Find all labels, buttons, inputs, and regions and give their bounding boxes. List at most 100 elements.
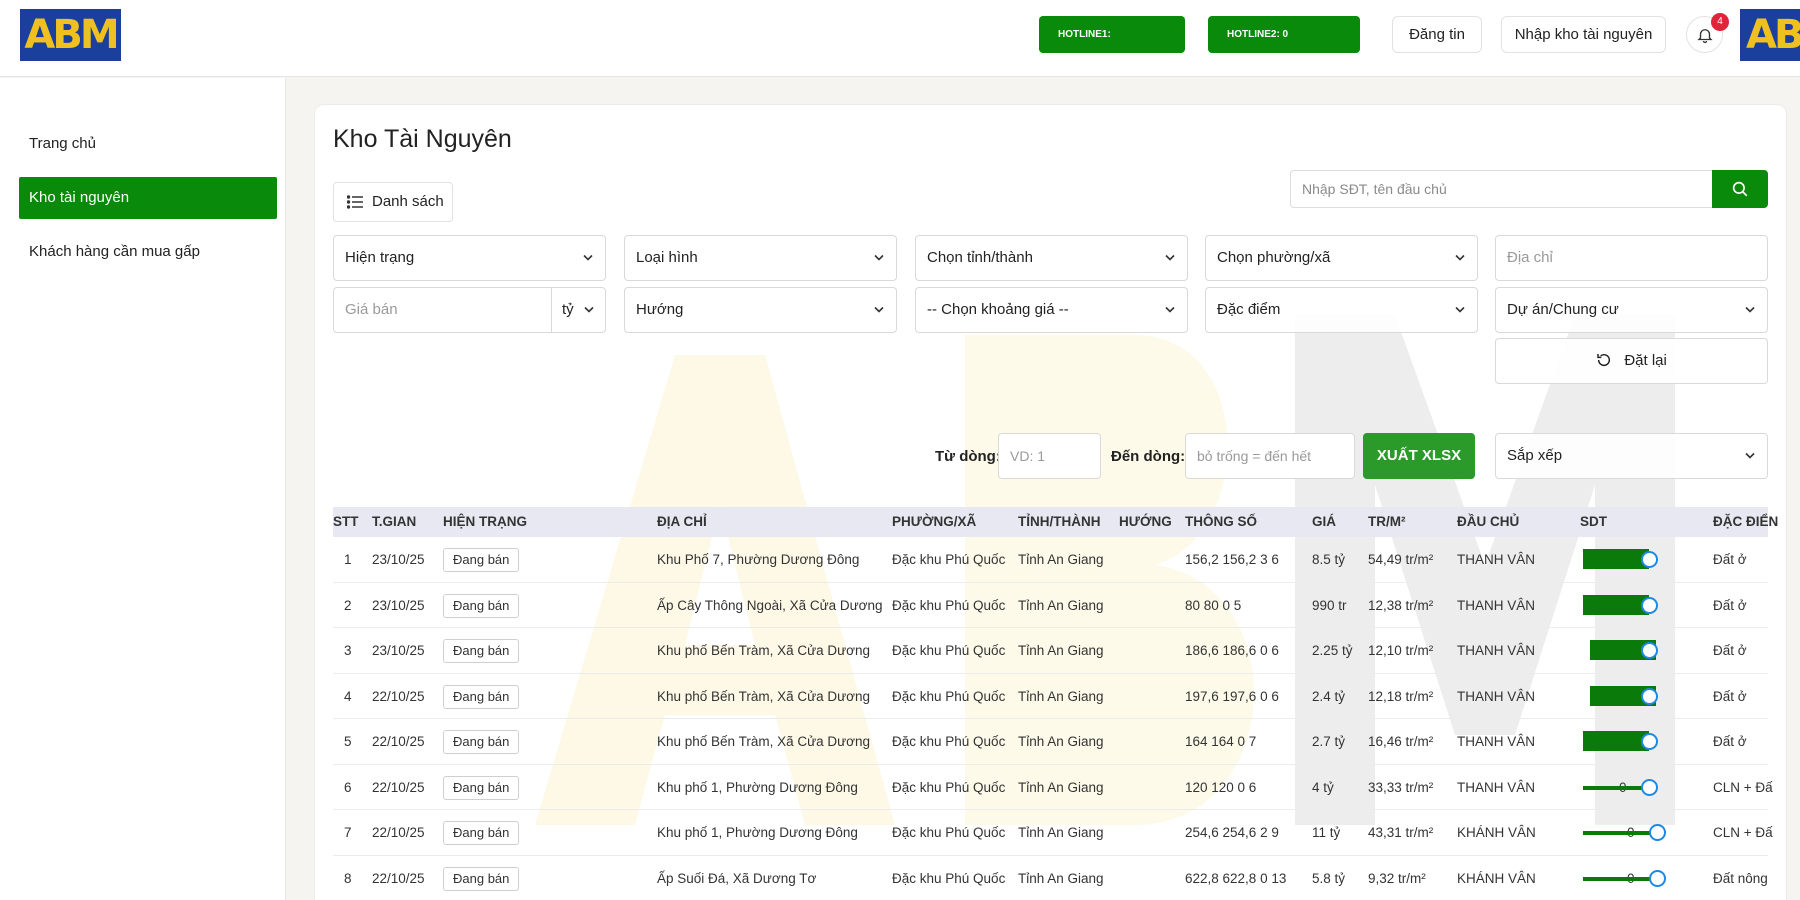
price-input[interactable]: Giá bán tỷ xyxy=(333,287,606,333)
phone-redaction-mask xyxy=(1583,831,1653,835)
zalo-chat-icon[interactable] xyxy=(1641,551,1658,568)
status-badge: Đang bán xyxy=(443,775,520,800)
row-address: Khu phố Bến Tràm, Xã Cửa Dương xyxy=(657,734,871,749)
column-header[interactable]: TỈNH/THÀNH xyxy=(1018,507,1101,537)
sidebar-item-home[interactable]: Trang chủ xyxy=(19,123,277,165)
row-address: Ấp Suối Đá, Xã Dương Tơ xyxy=(657,870,817,886)
table-row[interactable]: 1 23/10/25 Khu Phố 7, Phường Dương Đông Đặc… xyxy=(333,537,1768,583)
column-header[interactable]: GIÁ xyxy=(1312,507,1336,537)
row-address: Khu phố Bến Tràm, Xã Cửa Dương xyxy=(657,688,871,704)
row-feature: Đất ở xyxy=(1713,734,1747,749)
table-row[interactable]: 6 22/10/25 Khu phố 1, Phường Dương Đông Đặc… xyxy=(333,765,1773,810)
zalo-chat-icon[interactable] xyxy=(1641,642,1658,659)
column-header[interactable]: ĐẦU CHỦ xyxy=(1457,507,1519,537)
table-row[interactable]: 4 22/10/25 Khu phố Bến Tràm, Xã Cửa Dương Đ… xyxy=(333,674,1768,719)
status-badge: Đang bán xyxy=(443,821,520,845)
table-row[interactable]: 8 22/10/25 Ấp Suối Đá, Xã Dương Tơ Đặc khu … xyxy=(333,856,1768,900)
row-price: 990 tr xyxy=(1312,597,1347,613)
search-icon xyxy=(1732,181,1748,197)
address-input[interactable]: Địa chỉ xyxy=(1495,235,1768,281)
table-row[interactable]: 7 22/10/25 Khu phố 1, Phường Dương Đông Đặc… xyxy=(333,810,1773,856)
row-specs: 120 120 0 6 xyxy=(1185,779,1257,795)
row-time: 22/10/25 xyxy=(372,688,425,704)
table-row[interactable]: 5 22/10/25 Khu phố Bến Tràm, Xã Cửa Dương Đ… xyxy=(333,719,1768,765)
hotline-1-button[interactable]: HOTLINE1: xyxy=(1039,16,1185,53)
row-price-per-m2: 54,49 tr/m² xyxy=(1368,552,1434,567)
zalo-chat-icon[interactable] xyxy=(1641,687,1658,705)
column-header[interactable]: ĐẶC ĐIỂN xyxy=(1713,507,1778,537)
column-header[interactable]: TR/M² xyxy=(1368,507,1406,537)
zalo-chat-icon[interactable] xyxy=(1649,869,1666,887)
status-select[interactable]: Hiện trạng xyxy=(333,235,606,281)
search-input[interactable] xyxy=(1290,170,1714,208)
table-row[interactable]: 3 23/10/25 Khu phố Bến Tràm, Xã Cửa Dương Đ… xyxy=(333,628,1768,674)
export-xlsx-button[interactable]: XUẤT XLSX xyxy=(1363,433,1475,479)
type-select[interactable]: Loại hình xyxy=(624,235,897,281)
row-province: Tỉnh An Giang xyxy=(1018,597,1104,613)
from-row-input[interactable]: VD: 1 xyxy=(998,433,1101,479)
row-number: 8 xyxy=(344,870,352,886)
import-resource-button[interactable]: Nhập kho tài nguyên xyxy=(1501,16,1666,53)
row-owner: KHÁNH VÂN xyxy=(1457,870,1536,886)
row-feature: Đất ở xyxy=(1713,688,1747,704)
row-owner: THANH VÂN xyxy=(1457,779,1536,795)
column-header[interactable]: T.GIAN xyxy=(372,507,416,537)
user-avatar-logo[interactable]: ABM xyxy=(1740,9,1800,61)
feature-select[interactable]: Đặc điểm xyxy=(1205,287,1478,333)
column-header[interactable]: HƯỚNG xyxy=(1119,507,1172,537)
list-view-label: Danh sách xyxy=(372,193,444,210)
row-price-per-m2: 33,33 tr/m² xyxy=(1368,779,1434,795)
row-number: 4 xyxy=(344,688,352,704)
reset-filters-button[interactable]: Đặt lại xyxy=(1495,338,1768,384)
ward-select[interactable]: Chọn phường/xã xyxy=(1205,235,1478,281)
chevron-down-icon xyxy=(1455,306,1465,313)
price-unit-value: tỷ xyxy=(562,301,574,318)
province-select[interactable]: Chọn tỉnh/thành xyxy=(915,235,1188,281)
row-address: Khu phố 1, Phường Dương Đông xyxy=(657,825,858,840)
search-button[interactable] xyxy=(1712,170,1768,208)
row-owner: THANH VÂN xyxy=(1457,734,1536,749)
row-owner: THANH VÂN xyxy=(1457,597,1536,613)
chevron-down-icon xyxy=(874,306,884,313)
direction-select[interactable]: Hướng xyxy=(624,287,897,333)
row-price-per-m2: 12,10 tr/m² xyxy=(1368,643,1434,658)
row-owner: THANH VÂN xyxy=(1457,688,1536,704)
column-header[interactable]: HIỆN TRẠNG xyxy=(443,507,527,537)
to-row-input[interactable]: bỏ trống = đến hết xyxy=(1185,433,1355,479)
brand-logo[interactable]: ABM xyxy=(20,9,121,61)
zalo-chat-icon[interactable] xyxy=(1641,778,1658,796)
column-header[interactable]: STT xyxy=(333,507,359,537)
bell-icon xyxy=(1697,29,1713,44)
post-listing-button[interactable]: Đăng tin xyxy=(1392,16,1482,53)
column-header[interactable]: ĐỊA CHỈ xyxy=(657,507,707,537)
row-number: 5 xyxy=(344,734,352,749)
column-header[interactable]: THÔNG SỐ xyxy=(1185,507,1257,537)
row-price: 4 tỷ xyxy=(1312,779,1334,795)
row-number: 3 xyxy=(344,643,352,658)
zalo-chat-icon[interactable] xyxy=(1641,596,1658,614)
row-time: 22/10/25 xyxy=(372,779,425,795)
zalo-chat-icon[interactable] xyxy=(1649,824,1666,841)
row-time: 23/10/25 xyxy=(372,552,425,567)
project-select-value: Dự án/Chung cư xyxy=(1507,301,1619,318)
row-feature: Đất ở xyxy=(1713,643,1747,658)
sort-select[interactable]: Sắp xếp xyxy=(1495,433,1768,479)
hotline-2-button[interactable]: HOTLINE2: 0 xyxy=(1208,16,1360,53)
refresh-icon xyxy=(1597,353,1611,366)
list-view-toggle[interactable]: Danh sách xyxy=(333,182,453,222)
table-header: STT T.GIAN HIỆN TRẠNG ĐỊA CHỈ PHƯỜNG/XÃ … xyxy=(333,507,1778,537)
row-ward: Đặc khu Phú Quốc xyxy=(892,779,1006,795)
row-time: 23/10/25 xyxy=(372,597,425,613)
from-row-label: Từ dòng: xyxy=(935,448,1001,465)
project-select[interactable]: Dự án/Chung cư xyxy=(1495,287,1768,333)
sidebar-item-urgent-buyers[interactable]: Khách hàng cần mua gấp xyxy=(19,231,277,273)
row-province: Tỉnh An Giang xyxy=(1018,825,1104,840)
price-range-select[interactable]: -- Chọn khoảng giá -- xyxy=(915,287,1188,333)
price-unit-select[interactable]: tỷ xyxy=(551,288,606,332)
sidebar-item-resource-store[interactable]: Kho tài nguyên xyxy=(19,177,277,219)
column-header[interactable]: PHƯỜNG/XÃ xyxy=(892,507,976,537)
table-row[interactable]: 2 23/10/25 Ấp Cây Thông Ngoài, Xã Cửa Dươn… xyxy=(333,583,1768,628)
main-card: Kho Tài Nguyên Danh sách Hiện trạng Loại… xyxy=(314,104,1787,900)
column-header[interactable]: SDT xyxy=(1580,507,1607,537)
zalo-chat-icon[interactable] xyxy=(1641,733,1658,750)
